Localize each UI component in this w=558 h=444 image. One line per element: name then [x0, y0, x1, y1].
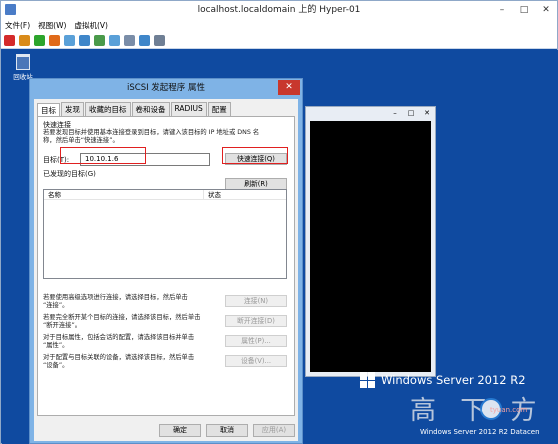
tab-favorite-targets[interactable]: 收藏的目标 [85, 102, 131, 116]
type-clipboard-icon[interactable] [139, 35, 150, 46]
quick-connect-desc-1: 若要发现目标并使用基本连接登录到目标，请键入该目标的 IP 地址或 DNS 名 [43, 129, 260, 136]
column-status[interactable]: 状态 [204, 190, 221, 199]
tab-configuration[interactable]: 配置 [207, 102, 231, 116]
dialog-body: 目标 发现 收藏的目标 卷和设备 RADIUS 配置 快速连接 若要发现目标并使… [34, 99, 298, 441]
bg-maximize-button[interactable]: □ [403, 107, 419, 120]
devices-desc-1: 对于配置与目标关联的设备，请选择该目标，然后单击 [43, 354, 195, 361]
connect-button[interactable]: 连接(N) [225, 295, 287, 307]
disconnect-desc-1: 若要完全断开某个目标的连接，请选择该目标，然后单击 [43, 314, 201, 321]
highlight-quick-connect [222, 147, 288, 164]
reset-icon[interactable] [49, 35, 60, 46]
start-icon[interactable] [34, 35, 45, 46]
discovered-targets-list[interactable]: 名称 状态 [43, 189, 287, 279]
enhanced-session-icon[interactable] [154, 35, 165, 46]
back-icon[interactable] [94, 35, 105, 46]
pause-icon[interactable] [19, 35, 30, 46]
vm-menubar: 文件(F) 视图(W) 虚拟机(V) [1, 19, 557, 33]
properties-desc-2: “属性”。 [43, 342, 69, 349]
ctrl-alt-del-icon[interactable] [124, 35, 135, 46]
column-name[interactable]: 名称 [44, 190, 204, 199]
dialog-title: iSCSI 发起程序 属性 [127, 83, 205, 93]
guest-desktop[interactable]: 回收站 – □ ✕ Windows Server 2012 R2 高 下 方 t… [2, 50, 558, 444]
os-build-text: Windows Server 2012 R2 Datacen [420, 428, 540, 436]
devices-button[interactable]: 设备(V)... [225, 355, 287, 367]
os-name: Windows Server 2012 R2 [381, 373, 526, 387]
dialog-title-bar[interactable]: iSCSI 发起程序 属性 ✕ [30, 79, 302, 97]
tab-targets[interactable]: 目标 [37, 103, 60, 117]
tab-volumes-devices[interactable]: 卷和设备 [131, 102, 170, 116]
iscsi-properties-dialog: iSCSI 发起程序 属性 ✕ 目标 发现 收藏的目标 卷和设备 RADIUS … [29, 78, 303, 444]
properties-button[interactable]: 属性(P)... [225, 335, 287, 347]
windows-logo-icon [360, 372, 376, 388]
tab-discovery[interactable]: 发现 [61, 102, 84, 116]
bg-close-button[interactable]: ✕ [419, 107, 435, 120]
minimize-button[interactable]: – [491, 1, 513, 19]
menu-file[interactable]: 文件(F) [5, 19, 30, 33]
disconnect-desc-2: “断开连接”。 [43, 322, 82, 329]
stop-icon[interactable] [4, 35, 15, 46]
vm-connect-icon [5, 4, 16, 15]
tab-radius[interactable]: RADIUS [170, 102, 207, 116]
discovered-targets-heading: 已发现的目标(G) [43, 170, 96, 178]
background-console-window[interactable]: – □ ✕ [305, 106, 436, 377]
disconnect-button[interactable]: 断开连接(D) [225, 315, 287, 327]
connect-desc-2: “连接”。 [43, 302, 69, 309]
windows-branding: Windows Server 2012 R2 [360, 372, 526, 388]
highlight-target [60, 147, 146, 164]
vm-connection-window: localhost.localdomain 上的 Hyper-01 – □ ✕ … [0, 0, 558, 444]
snapshot-icon[interactable] [64, 35, 75, 46]
devices-desc-2: “设备”。 [43, 362, 69, 369]
dialog-close-button[interactable]: ✕ [278, 80, 300, 95]
vm-title: localhost.localdomain 上的 Hyper-01 [197, 5, 361, 15]
menu-vm[interactable]: 虚拟机(V) [74, 19, 107, 33]
maximize-button[interactable]: □ [513, 1, 535, 19]
properties-desc-1: 对于目标属性，包括会话的配置，请选择该目标并单击 [43, 334, 195, 341]
watermark-site: tyuan.com [490, 406, 528, 414]
list-header: 名称 状态 [44, 190, 286, 200]
connect-desc-1: 若要使用高级选项进行连接，请选择目标，然后单击 [43, 294, 188, 301]
apply-button[interactable]: 应用(A) [253, 424, 295, 437]
ok-button[interactable]: 确定 [159, 424, 201, 437]
revert-icon[interactable] [79, 35, 90, 46]
targets-panel: 快速连接 若要发现目标并使用基本连接登录到目标，请键入该目标的 IP 地址或 D… [37, 116, 295, 416]
quick-connect-desc-2: 称，然后单击“快速连接”。 [43, 137, 119, 144]
tab-strip: 目标 发现 收藏的目标 卷和设备 RADIUS 配置 [34, 99, 298, 117]
recycle-bin[interactable]: 回收站 [10, 54, 36, 81]
close-button[interactable]: ✕ [535, 1, 557, 19]
cancel-button[interactable]: 取消 [206, 424, 248, 437]
vm-title-bar[interactable]: localhost.localdomain 上的 Hyper-01 – □ ✕ [1, 1, 557, 19]
bg-minimize-button[interactable]: – [387, 107, 403, 120]
menu-view[interactable]: 视图(W) [38, 19, 66, 33]
forward-icon[interactable] [109, 35, 120, 46]
vm-toolbar [1, 33, 557, 49]
console-area[interactable] [310, 121, 431, 372]
recycle-bin-icon [16, 54, 30, 70]
